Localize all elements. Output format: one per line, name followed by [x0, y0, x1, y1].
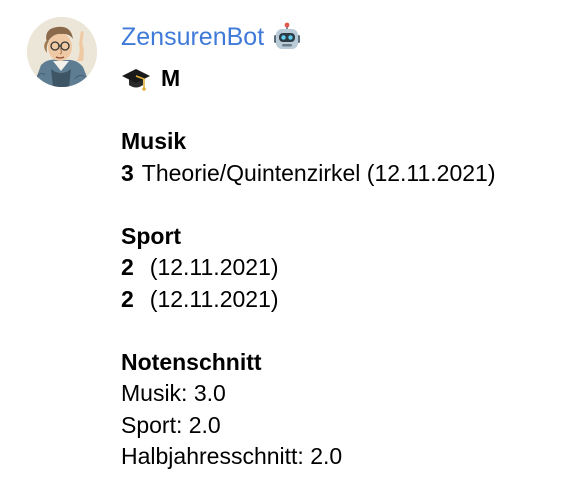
message-content: ZensurenBot M Musik 3 Theorie/Quintenzir…: [121, 20, 581, 473]
grade-description: (12.11.2021): [149, 254, 279, 280]
summary-heading: Notenschnitt: [121, 348, 262, 375]
grade-entry: 2 (12.11.2021): [121, 252, 581, 284]
subject-heading: Sport: [121, 222, 182, 249]
message-header-line: M: [121, 63, 581, 95]
grade-description: Theorie/Quintenzirkel (12.11.2021): [141, 159, 496, 186]
message-body: M Musik 3 Theorie/Quintenzirkel (12.11.2…: [121, 63, 581, 473]
header-text: M: [161, 65, 181, 91]
graduation-cap-icon: [122, 68, 150, 91]
sender-name[interactable]: ZensurenBot: [121, 20, 264, 54]
grade-value: 2: [121, 254, 134, 280]
bot-avatar[interactable]: [27, 17, 97, 87]
summary-line: Sport: 2.0: [121, 411, 221, 438]
grade-value: 3: [121, 159, 134, 186]
subject-heading: Musik: [121, 128, 187, 154]
chat-message: ZensurenBot M Musik 3 Theorie/Quintenzir…: [0, 0, 588, 494]
summary-line: Halbjahresschnitt: 2.0: [121, 443, 343, 469]
grade-entry: 2 (12.11.2021): [121, 284, 581, 316]
avatar-illustration: [27, 17, 97, 87]
sender-row: ZensurenBot: [121, 20, 581, 54]
grade-value: 2: [121, 285, 134, 312]
robot-face-icon: [274, 22, 301, 49]
grade-entry: 3 Theorie/Quintenzirkel (12.11.2021): [121, 158, 581, 190]
grade-description: (12.11.2021): [149, 285, 279, 312]
summary-line: Musik: 3.0: [121, 380, 226, 406]
